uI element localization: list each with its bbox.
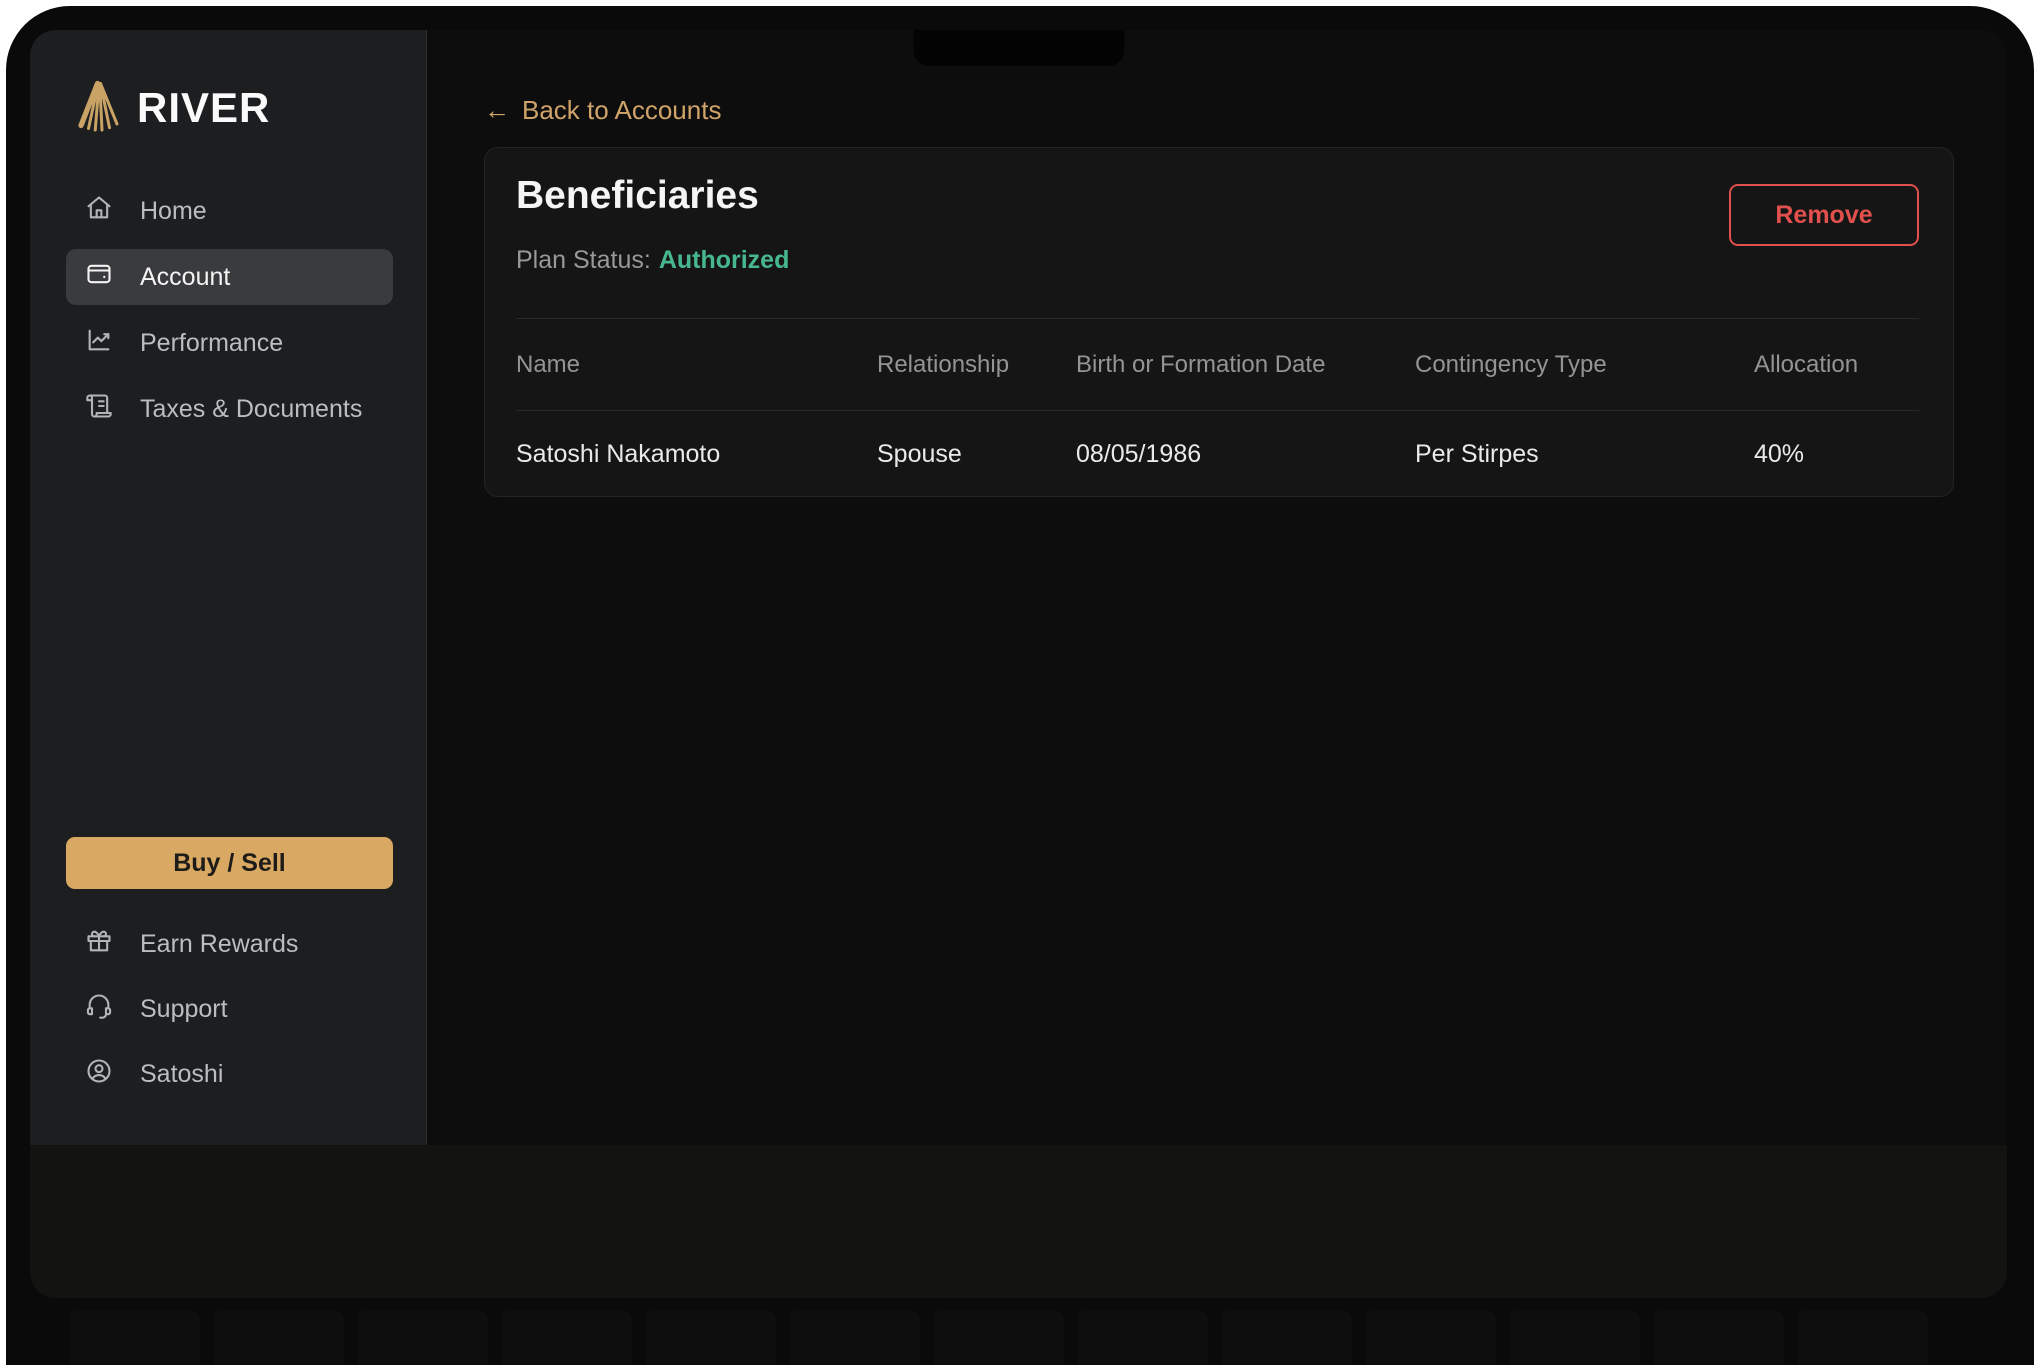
main-content: ← Back to Accounts Beneficiaries Plan St… bbox=[427, 30, 2007, 1145]
back-link-label: Back to Accounts bbox=[522, 95, 721, 126]
sidebar-item-profile[interactable]: Satoshi bbox=[66, 1049, 393, 1099]
keyboard-key bbox=[70, 1310, 200, 1365]
table-row[interactable]: Satoshi Nakamoto Spouse 08/05/1986 Per S… bbox=[516, 410, 1919, 498]
line-chart-icon bbox=[85, 326, 113, 361]
cell-name: Satoshi Nakamoto bbox=[516, 440, 877, 469]
keyboard-key bbox=[934, 1310, 1064, 1365]
device-mockup: RIVER Home bbox=[0, 0, 2040, 1365]
plan-status-badge: Authorized bbox=[659, 246, 790, 274]
sidebar-item-label: Earn Rewards bbox=[140, 930, 298, 959]
keyboard-key bbox=[1222, 1310, 1352, 1365]
column-header-allocation: Allocation bbox=[1754, 351, 1919, 379]
app-window: RIVER Home bbox=[30, 30, 2007, 1145]
cell-birth-date: 08/05/1986 bbox=[1076, 440, 1415, 469]
river-logo-icon bbox=[75, 79, 123, 138]
sidebar-item-taxes-documents[interactable]: Taxes & Documents bbox=[66, 381, 393, 437]
brand-logo[interactable]: RIVER bbox=[75, 80, 270, 136]
sidebar-nav: Home Account bbox=[66, 183, 393, 447]
gift-icon bbox=[85, 927, 113, 962]
headset-icon bbox=[85, 992, 113, 1027]
keyboard-key bbox=[358, 1310, 488, 1365]
keyboard-key bbox=[214, 1310, 344, 1365]
keyboard-key bbox=[646, 1310, 776, 1365]
keyboard-key bbox=[790, 1310, 920, 1365]
sidebar-item-label: Support bbox=[140, 995, 228, 1024]
column-header-birth-date: Birth or Formation Date bbox=[1076, 351, 1415, 379]
sidebar-item-home[interactable]: Home bbox=[66, 183, 393, 239]
column-header-relationship: Relationship bbox=[877, 351, 1076, 379]
column-header-contingency-type: Contingency Type bbox=[1415, 351, 1754, 379]
sidebar-item-label: Account bbox=[140, 263, 230, 292]
keyboard-key bbox=[1078, 1310, 1208, 1365]
wallet-icon bbox=[85, 260, 113, 295]
cell-allocation: 40% bbox=[1754, 440, 1919, 469]
sidebar-item-performance[interactable]: Performance bbox=[66, 315, 393, 371]
brand-name: RIVER bbox=[137, 84, 270, 132]
page-title: Beneficiaries bbox=[516, 174, 759, 218]
remove-button[interactable]: Remove bbox=[1729, 184, 1919, 246]
sidebar-footer-nav: Earn Rewards Support bbox=[66, 919, 393, 1114]
sidebar-item-label: Taxes & Documents bbox=[140, 395, 362, 424]
user-circle-icon bbox=[85, 1057, 113, 1092]
keyboard-key bbox=[1798, 1310, 1928, 1365]
keyboard-key bbox=[1510, 1310, 1640, 1365]
camera-notch bbox=[913, 30, 1124, 66]
sidebar-item-label: Home bbox=[140, 197, 207, 226]
sidebar-item-earn-rewards[interactable]: Earn Rewards bbox=[66, 919, 393, 969]
back-to-accounts-link[interactable]: ← Back to Accounts bbox=[484, 95, 721, 126]
sidebar-item-account[interactable]: Account bbox=[66, 249, 393, 305]
cell-relationship: Spouse bbox=[877, 440, 1076, 469]
sidebar-item-label: Performance bbox=[140, 329, 283, 358]
back-arrow-icon: ← bbox=[484, 95, 510, 126]
sidebar-item-support[interactable]: Support bbox=[66, 984, 393, 1034]
keyboard-key bbox=[1366, 1310, 1496, 1365]
cell-contingency-type: Per Stirpes bbox=[1415, 440, 1754, 469]
scroll-document-icon bbox=[85, 392, 113, 427]
table-header-row: Name Relationship Birth or Formation Dat… bbox=[516, 319, 1919, 410]
sidebar-item-label: Satoshi bbox=[140, 1060, 223, 1089]
keyboard-key bbox=[502, 1310, 632, 1365]
keyboard-key bbox=[1654, 1310, 1784, 1365]
column-header-name: Name bbox=[516, 351, 877, 379]
device-screen: RIVER Home bbox=[30, 30, 2007, 1298]
beneficiaries-card: Beneficiaries Plan Status: Authorized Rem… bbox=[484, 147, 1954, 497]
sidebar: RIVER Home bbox=[30, 30, 427, 1145]
home-icon bbox=[85, 194, 113, 229]
plan-status-label: Plan Status: bbox=[516, 246, 651, 274]
laptop-keyboard-deck bbox=[30, 1310, 2010, 1365]
plan-status: Plan Status: Authorized bbox=[516, 246, 789, 275]
buy-sell-button[interactable]: Buy / Sell bbox=[66, 837, 393, 889]
